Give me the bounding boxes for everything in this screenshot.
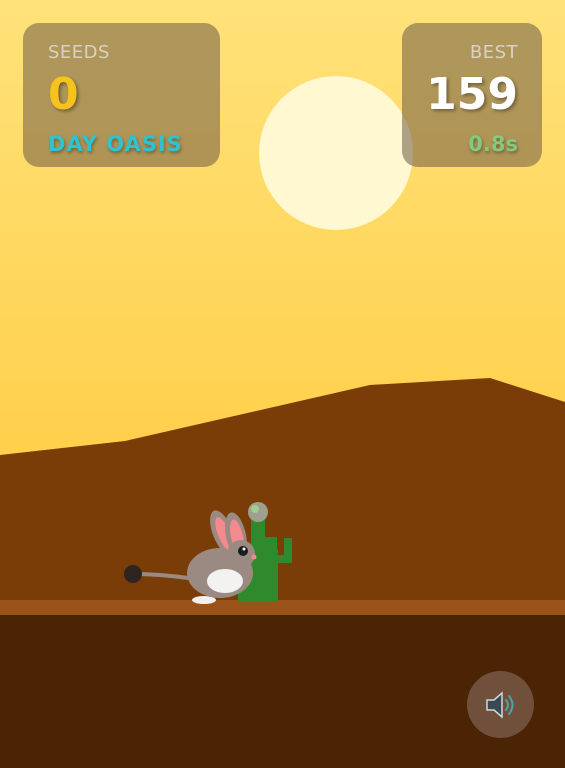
ground-strip (0, 600, 565, 616)
jerboa-tail-tuft (124, 565, 142, 583)
seeds-panel: SEEDS 0 DAY OASIS (23, 23, 220, 167)
zone-name: DAY OASIS (48, 132, 183, 156)
best-panel: BEST 159 0.8s (402, 23, 542, 167)
speaker-icon (486, 691, 514, 719)
run-timer: 0.8s (468, 132, 518, 156)
sun (259, 76, 413, 230)
cactus-fruit (248, 502, 268, 522)
sound-toggle-button[interactable] (467, 671, 534, 738)
seeds-label: SEEDS (48, 42, 110, 63)
seeds-count: 0 (48, 69, 79, 120)
best-label: BEST (469, 42, 518, 63)
best-score: 159 (426, 69, 518, 120)
